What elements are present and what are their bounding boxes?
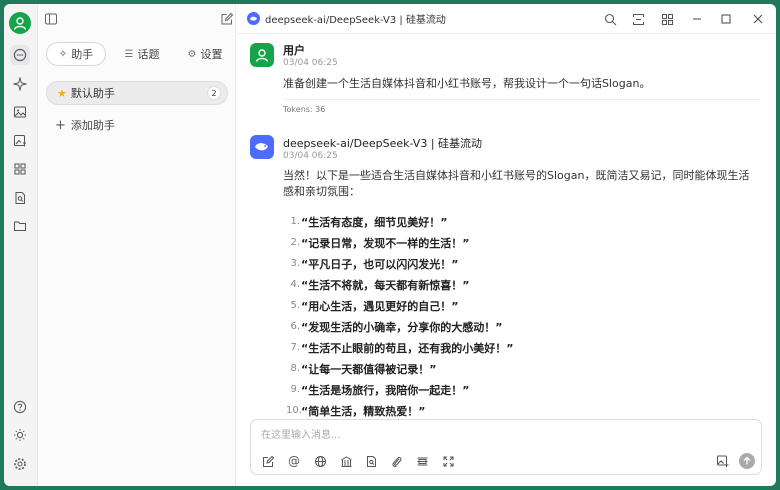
deepseek-logo-icon	[255, 143, 268, 151]
list-item: 3. “平凡日子，也可以闪闪发光！”	[290, 257, 459, 271]
user-icon	[13, 17, 27, 30]
assistant-message-avatar	[250, 135, 274, 159]
star-icon: ★	[57, 86, 67, 100]
arrow-up-icon	[743, 456, 751, 465]
user-icon	[255, 49, 269, 62]
apps-grid-icon[interactable]	[10, 159, 30, 179]
message-sender: deepseek-ai/DeepSeek-V3 | 硅基流动	[283, 137, 483, 150]
send-button[interactable]	[739, 453, 755, 469]
title-bar: deepseek-ai/DeepSeek-V3 | 硅基流动	[236, 4, 776, 34]
add-assistant-button[interactable]: + 添加助手	[55, 117, 115, 133]
list-item: 8. “让每一天都值得被记录！”	[290, 362, 437, 376]
minimize-app-icon[interactable]	[630, 11, 646, 27]
sparkle-icon[interactable]	[10, 74, 30, 94]
message-sender: 用户	[283, 44, 305, 57]
chat-icon[interactable]	[10, 45, 30, 65]
message-text: 当然！以下是一些适合生活自媒体抖音和小红书账号的Slogan，既简洁又易记，同时…	[283, 169, 750, 198]
help-icon[interactable]	[10, 397, 30, 417]
sidebar-tabs: ✧ 助手 ☰ 话题 ⚙ 设置	[38, 42, 236, 66]
assistant-item-default[interactable]: ★ 默认助手 2	[46, 81, 228, 105]
chat-main: deepseek-ai/DeepSeek-V3 | 硅基流动 用户 03/04 …	[236, 4, 776, 486]
list-icon: ☰	[124, 48, 134, 60]
tab-assistants[interactable]: ✧ 助手	[46, 42, 106, 66]
list-item: 2. “记录日常，发现不一样的生活！”	[290, 236, 470, 250]
edit-icon[interactable]	[260, 453, 276, 469]
window-maximize-icon[interactable]	[718, 11, 734, 27]
expand-icon[interactable]	[440, 453, 456, 469]
slogan-list: 1. “生活有态度，细节见美好！” 2. “记录日常，发现不一样的生活！” 3. “平…	[286, 211, 756, 421]
assistant-panel: ✧ 助手 ☰ 话题 ⚙ 设置 ★ 默认助手 2 + 添加助手	[38, 4, 236, 486]
folder-icon[interactable]	[10, 216, 30, 236]
image-icon[interactable]	[10, 102, 30, 122]
mention-at-icon[interactable]: @	[286, 453, 302, 469]
token-count: Tokens: 36	[283, 105, 326, 114]
message-time: 03/04 06:25	[283, 151, 338, 161]
clear-context-icon[interactable]	[414, 453, 430, 469]
image-add-icon[interactable]	[715, 453, 731, 469]
file-search-icon[interactable]	[363, 453, 379, 469]
new-topic-icon[interactable]	[219, 11, 235, 27]
attachment-icon[interactable]	[388, 453, 404, 469]
list-item: 4. “生活不将就，每天都有新惊喜！”	[290, 278, 470, 292]
search-icon[interactable]	[602, 11, 618, 27]
left-rail	[4, 4, 38, 486]
window-close-icon[interactable]	[750, 11, 766, 27]
model-title[interactable]: deepseek-ai/DeepSeek-V3 | 硅基流动	[247, 11, 446, 26]
divider	[283, 99, 761, 100]
list-item: 5. “用心生活，遇见更好的自己！”	[290, 299, 459, 313]
tab-settings[interactable]: ⚙ 设置	[178, 42, 232, 66]
theme-sun-icon[interactable]	[10, 425, 30, 445]
settings-gear-icon[interactable]	[10, 454, 30, 474]
message-composer: @	[250, 419, 762, 475]
window-minimize-icon[interactable]	[689, 11, 705, 27]
image-translate-icon[interactable]	[10, 131, 30, 151]
tab-topics[interactable]: ☰ 话题	[114, 42, 170, 66]
list-item: 7. “生活不止眼前的苟且，还有我的小美好！”	[290, 341, 514, 355]
plus-icon: +	[55, 117, 66, 133]
message-text: 准备创建一个生活自媒体抖音和小红书账号，帮我设计一个一句话Slogan。	[283, 77, 651, 90]
file-search-icon[interactable]	[10, 188, 30, 208]
message-input[interactable]	[261, 426, 741, 444]
list-item: 9. “生活是场旅行，我陪你一起走！”	[290, 383, 470, 397]
knowledge-base-icon[interactable]	[338, 453, 354, 469]
toggle-sidebar-icon[interactable]	[43, 11, 59, 27]
topic-count-badge: 2	[207, 86, 221, 100]
globe-icon[interactable]	[312, 453, 328, 469]
layout-grid-icon[interactable]	[659, 11, 675, 27]
deepseek-logo-icon	[247, 12, 260, 25]
message-time: 03/04 06:25	[283, 58, 338, 68]
list-item: 6. “发现生活的小确幸，分享你的大感动！”	[290, 320, 503, 334]
list-item: 1. “生活有态度，细节见美好！”	[290, 215, 448, 229]
sparkle-icon: ✧	[58, 48, 68, 60]
user-avatar[interactable]	[9, 12, 31, 34]
gear-icon: ⚙	[187, 48, 197, 60]
list-item: 10. “简单生活，精致热爱！”	[286, 404, 426, 418]
user-message-avatar	[250, 43, 274, 67]
app-window: ✧ 助手 ☰ 话题 ⚙ 设置 ★ 默认助手 2 + 添加助手 deepseek-…	[4, 4, 776, 486]
